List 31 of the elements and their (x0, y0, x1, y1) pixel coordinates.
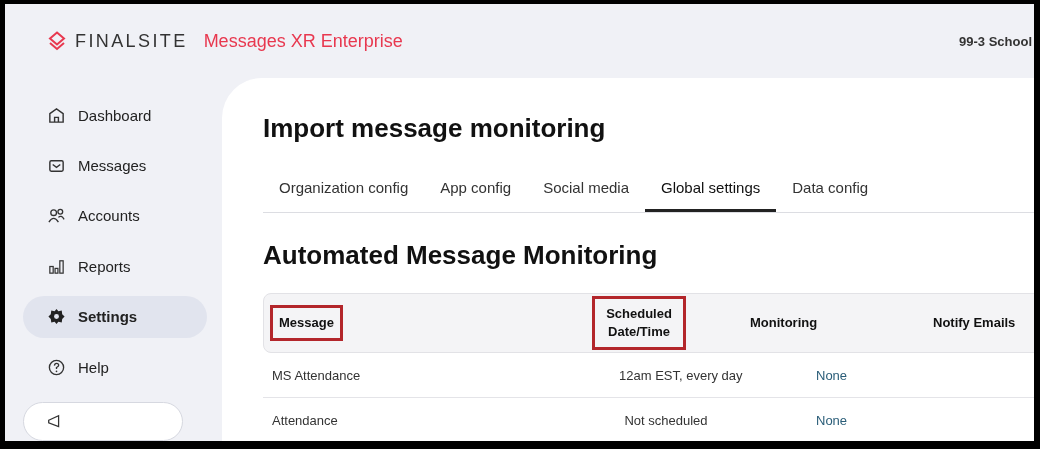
help-icon (47, 357, 66, 377)
sidebar-item[interactable]: Settings (23, 295, 207, 338)
sidebar-item[interactable]: Help (23, 345, 207, 389)
sidebar-item[interactable]: Messages (23, 144, 207, 187)
settings-icon (47, 307, 66, 327)
product-name: Messages XR Enterprise (203, 30, 403, 52)
sidebar-button[interactable] (23, 402, 183, 441)
brand-name: FINALSITE (75, 30, 188, 52)
table-cell: 12am EST, every day (619, 367, 743, 383)
page-title: Import message monitoring (263, 114, 607, 142)
column-header: Notify Emails (933, 314, 1016, 332)
logo-icon (47, 31, 67, 51)
home-icon (47, 105, 66, 125)
section-title: Automated Message Monitoring (263, 241, 659, 269)
table-cell: Attendance (272, 412, 338, 428)
tab[interactable]: App config (424, 166, 528, 212)
sidebar-item[interactable]: Dashboard (23, 94, 207, 137)
tab[interactable]: Global settings (645, 166, 777, 212)
table-cell: Not scheduled (624, 412, 708, 428)
table-cell: MS Attendance (272, 367, 361, 383)
table-cell: None (816, 412, 848, 428)
tab[interactable]: Social media (527, 166, 646, 212)
sidebar-item[interactable]: Accounts (23, 194, 207, 238)
table-cell: None (816, 367, 848, 383)
organization-name[interactable]: 99-3 School (959, 33, 1032, 49)
tab[interactable]: Data config (776, 166, 885, 212)
sidebar-item[interactable]: Reports (23, 245, 207, 288)
column-header: Message (273, 308, 340, 338)
tab[interactable]: Organization config (263, 166, 425, 212)
column-header: Monitoring (750, 314, 818, 332)
column-header: Scheduled Date/Time (595, 299, 683, 347)
